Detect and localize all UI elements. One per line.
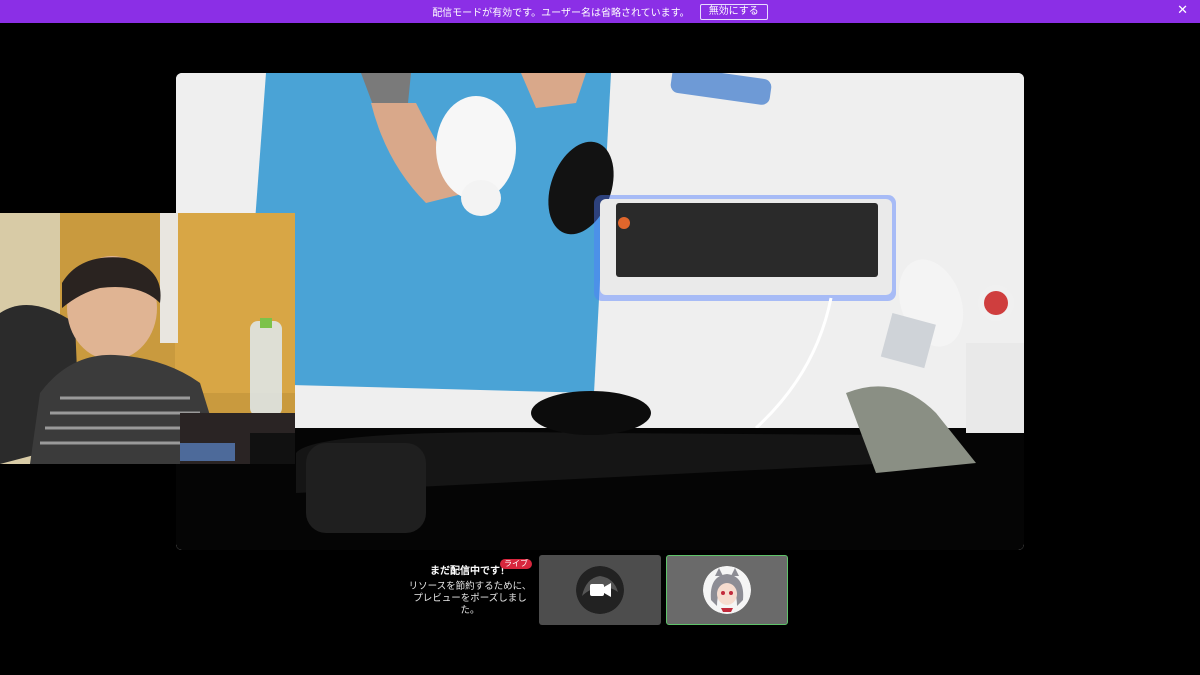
disable-streamer-mode-button[interactable]: 無効にする (699, 3, 768, 20)
streamer-mode-banner: 配信モードが有効です。ユーザー名は省略されています。 無効にする ✕ (0, 0, 1200, 23)
banner-message: 配信モードが有効です。ユーザー名は省略されています。 (432, 8, 690, 19)
webcam-overlay (0, 213, 295, 464)
avatar (576, 566, 624, 614)
participant-tile-1[interactable] (539, 555, 661, 625)
webcam-scene (0, 213, 295, 464)
participant-tile-2[interactable] (666, 555, 788, 625)
avatar-anime-icon (703, 566, 751, 614)
close-icon[interactable]: ✕ (1177, 4, 1188, 18)
video-camera-icon (576, 566, 624, 614)
main-stream-video[interactable] (176, 73, 1024, 550)
paused-preview-description: リソースを節約するために、プレビューをポーズしました。 (408, 581, 532, 616)
desk-scene (176, 73, 1024, 550)
stream-paused-status: まだ配信中です！ ライブ リソースを節約するために、プレビューをポーズしました。 (408, 559, 532, 617)
live-badge: ライブ (500, 559, 532, 569)
avatar (703, 566, 751, 614)
